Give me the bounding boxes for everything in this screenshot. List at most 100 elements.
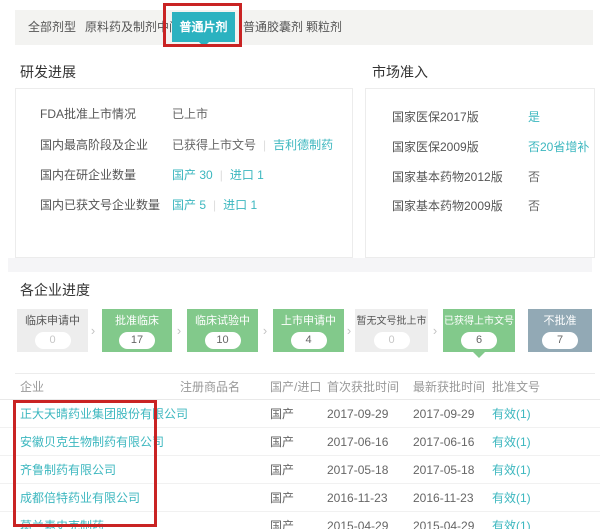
stage-approved-no-license[interactable]: 暂无文号批上市 0 bbox=[355, 309, 428, 352]
table-row: 正大天晴药业集团股份有限公司 国产 2017-09-29 2017-09-29 … bbox=[0, 400, 600, 428]
first-approval-cell: 2017-09-29 bbox=[327, 407, 413, 421]
stage-count-badge: 17 bbox=[119, 332, 155, 349]
mkt-row-eml2009-value: 否 bbox=[528, 199, 540, 213]
stage-label: 临床试验中 bbox=[187, 314, 258, 329]
stage-nda-applying[interactable]: 上市申请中 4 bbox=[273, 309, 344, 352]
mkt-row-eml2012: 国家基本药物2012版否 bbox=[392, 169, 540, 185]
stage-rejected[interactable]: 不批准 7 bbox=[528, 309, 592, 352]
rd-row-licensed-domestic-link[interactable]: 国产 5 bbox=[172, 198, 206, 212]
rd-row-licensed-label: 国内已获文号企业数量 bbox=[40, 197, 172, 213]
rd-row-fda-value: 已上市 bbox=[172, 107, 208, 121]
mkt-row-nrdl2017: 国家医保2017版是 bbox=[392, 109, 540, 125]
table-row: 安徽贝克生物制药有限公司 国产 2017-06-16 2017-06-16 有效… bbox=[0, 428, 600, 456]
stage-count-badge: 10 bbox=[205, 332, 241, 349]
license-link[interactable]: 有效(1) bbox=[492, 489, 600, 506]
rd-row-domestic-stage: 国内最高阶段及企业已获得上市文号 | 吉利德制药 bbox=[40, 137, 333, 153]
origin-cell: 国产 bbox=[270, 433, 327, 450]
mkt-row-eml2012-label: 国家基本药物2012版 bbox=[392, 169, 528, 185]
license-link[interactable]: 有效(1) bbox=[492, 405, 600, 422]
rd-row-licensed-count: 国内已获文号企业数量国产 5 | 进口 1 bbox=[40, 197, 257, 213]
tab-all-dosage-forms[interactable]: 全部剂型 bbox=[28, 10, 76, 45]
rd-row-in-research-import-link[interactable]: 进口 1 bbox=[230, 168, 264, 182]
latest-approval-cell: 2017-06-16 bbox=[413, 435, 492, 449]
stage-count-badge: 6 bbox=[461, 332, 497, 349]
stage-count-badge: 4 bbox=[291, 332, 327, 349]
license-link[interactable]: 有效(1) bbox=[492, 517, 600, 529]
col-header-origin: 国产/进口 bbox=[270, 378, 327, 395]
col-header-first-approval: 首次获批时间 bbox=[327, 378, 413, 395]
market-access-title: 市场准入 bbox=[372, 62, 428, 82]
table-row: 成都倍特药业有限公司 国产 2016-11-23 2016-11-23 有效(1… bbox=[0, 484, 600, 512]
first-approval-cell: 2017-05-18 bbox=[327, 463, 413, 477]
page: 全部剂型 原料药及制剂中间体 普通片剂 普通胶囊剂 颗粒剂 研发进展 FDA批准… bbox=[0, 0, 600, 529]
rd-row-domestic-stage-label: 国内最高阶段及企业 bbox=[40, 137, 172, 153]
mkt-row-nrdl2017-value[interactable]: 是 bbox=[528, 110, 540, 124]
rd-row-domestic-stage-value: 已获得上市文号 bbox=[172, 138, 256, 152]
rd-row-in-research-domestic-link[interactable]: 国产 30 bbox=[172, 168, 213, 182]
market-access-card: 国家医保2017版是 国家医保2009版否20省增补 国家基本药物2012版否 … bbox=[365, 88, 595, 258]
dosage-form-tabbar: 全部剂型 原料药及制剂中间体 普通片剂 普通胶囊剂 颗粒剂 bbox=[15, 10, 593, 45]
value-divider: | bbox=[213, 198, 216, 212]
stage-label: 已获得上市文号 bbox=[443, 314, 515, 329]
table-row: 齐鲁制药有限公司 国产 2017-05-18 2017-05-18 有效(1) bbox=[0, 456, 600, 484]
chevron-right-icon: › bbox=[429, 309, 441, 352]
stage-in-trial[interactable]: 临床试验中 10 bbox=[187, 309, 258, 352]
company-link[interactable]: 齐鲁制药有限公司 bbox=[20, 461, 180, 478]
stage-label: 临床申请中 bbox=[17, 314, 88, 329]
tab-plain-tablet-selected[interactable]: 普通片剂 bbox=[172, 12, 235, 42]
stage-label: 批准临床 bbox=[102, 314, 172, 329]
company-link[interactable]: 成都倍特药业有限公司 bbox=[20, 489, 180, 506]
stage-clinical-approved[interactable]: 批准临床 17 bbox=[102, 309, 172, 352]
company-link[interactable]: 安徽贝克生物制药有限公司 bbox=[20, 433, 180, 450]
chevron-right-icon: › bbox=[87, 309, 99, 352]
value-divider: | bbox=[220, 168, 223, 182]
origin-cell: 国产 bbox=[270, 517, 327, 529]
stage-label: 暂无文号批上市 bbox=[355, 314, 428, 329]
first-approval-cell: 2017-06-16 bbox=[327, 435, 413, 449]
stage-licensed-selected[interactable]: 已获得上市文号 6 bbox=[443, 309, 515, 352]
value-divider: | bbox=[263, 138, 266, 152]
chevron-right-icon: › bbox=[173, 309, 185, 352]
tab-capsule[interactable]: 普通胶囊剂 bbox=[243, 10, 303, 45]
stage-clinical-applying[interactable]: 临床申请中 0 bbox=[17, 309, 88, 352]
license-link[interactable]: 有效(1) bbox=[492, 461, 600, 478]
company-progress-title: 各企业进度 bbox=[20, 280, 90, 300]
rd-progress-title: 研发进展 bbox=[20, 62, 76, 82]
mkt-row-nrdl2009-label: 国家医保2009版 bbox=[392, 139, 528, 155]
mkt-row-nrdl2009-value[interactable]: 否20省增补 bbox=[528, 140, 589, 154]
latest-approval-cell: 2017-05-18 bbox=[413, 463, 492, 477]
col-header-company: 企业 bbox=[20, 378, 180, 395]
origin-cell: 国产 bbox=[270, 461, 327, 478]
rd-row-in-research-count: 国内在研企业数量国产 30|进口 1 bbox=[40, 167, 264, 183]
mkt-row-eml2009-label: 国家基本药物2009版 bbox=[392, 198, 528, 214]
stage-count-badge: 0 bbox=[374, 332, 410, 349]
latest-approval-cell: 2017-09-29 bbox=[413, 407, 492, 421]
latest-approval-cell: 2016-11-23 bbox=[413, 491, 492, 505]
stage-label: 不批准 bbox=[528, 314, 592, 329]
tab-granule[interactable]: 颗粒剂 bbox=[306, 10, 342, 45]
chevron-right-icon: › bbox=[259, 309, 271, 352]
license-link[interactable]: 有效(1) bbox=[492, 433, 600, 450]
stage-count-badge: 0 bbox=[35, 332, 71, 349]
chevron-right-icon: › bbox=[343, 309, 355, 352]
mkt-row-nrdl2009: 国家医保2009版否20省增补 bbox=[392, 139, 589, 155]
rd-row-licensed-import-link[interactable]: 进口 1 bbox=[223, 198, 257, 212]
stage-label: 上市申请中 bbox=[273, 314, 344, 329]
origin-cell: 国产 bbox=[270, 489, 327, 506]
col-header-latest-approval: 最新获批时间 bbox=[413, 378, 492, 395]
latest-approval-cell: 2015-04-29 bbox=[413, 519, 492, 529]
company-link[interactable]: 正大天晴药业集团股份有限公司 bbox=[20, 405, 180, 422]
table-header-row: 企业 注册商品名 国产/进口 首次获批时间 最新获批时间 批准文号 bbox=[0, 373, 600, 400]
mkt-row-eml2009: 国家基本药物2009版否 bbox=[392, 198, 540, 214]
rd-row-fda-label: FDA批准上市情况 bbox=[40, 106, 172, 122]
mkt-row-eml2012-value: 否 bbox=[528, 170, 540, 184]
col-header-license: 批准文号 bbox=[492, 378, 600, 395]
table-row: 葛兰素史克制药 国产 2015-04-29 2015-04-29 有效(1) bbox=[0, 512, 600, 529]
mkt-row-nrdl2017-label: 国家医保2017版 bbox=[392, 109, 528, 125]
origin-cell: 国产 bbox=[270, 405, 327, 422]
rd-row-company-link[interactable]: 吉利德制药 bbox=[273, 138, 333, 152]
col-header-brand: 注册商品名 bbox=[180, 378, 270, 395]
company-link[interactable]: 葛兰素史克制药 bbox=[20, 517, 180, 529]
rd-row-fda: FDA批准上市情况已上市 bbox=[40, 106, 208, 122]
first-approval-cell: 2015-04-29 bbox=[327, 519, 413, 529]
